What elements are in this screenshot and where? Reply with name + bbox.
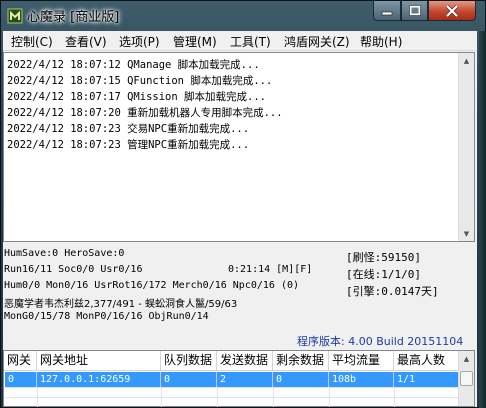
main-window: 心魔录 [商业版] 控制(C) 查看(V) 选项(P) 管理(M) 工具(T) xyxy=(0,0,486,408)
menu-manage[interactable]: 管理(M) xyxy=(173,33,217,50)
log-scrollbar[interactable]: ▲ ▼ xyxy=(458,53,474,241)
grid-line xyxy=(37,387,38,407)
grid-line xyxy=(5,387,459,388)
window-title: 心魔录 [商业版] xyxy=(27,10,120,25)
col-max-users[interactable]: 最高人数 xyxy=(394,351,460,371)
col-remaining[interactable]: 剩余数据 xyxy=(273,351,329,371)
program-version: 程序版本: 4.00 Build 20151104 xyxy=(297,335,464,348)
log-line: 2022/4/12 18:07:23 管理NPC重新加载完成... xyxy=(7,139,250,151)
status-mong: MonG0/15/78 MonP0/16/16 ObjRun0/14 xyxy=(4,311,209,322)
cell-address: 127.0.0.1:62659 xyxy=(37,372,161,387)
scroll-down-icon[interactable]: ▼ xyxy=(459,226,474,241)
log-line: 2022/4/12 18:07:15 QFunction 脚本加载完成... xyxy=(7,75,273,87)
status-time: 0:21:14 [M][F] xyxy=(228,264,313,275)
window-edge xyxy=(479,31,486,408)
menu-bar: 控制(C) 查看(V) 选项(P) 管理(M) 工具(T) 鸿盾网关(Z) 帮助… xyxy=(3,31,477,51)
table-header: 网关 网关地址 队列数据 发送数据 剩余数据 平均流量 最高人数 xyxy=(4,351,460,371)
menu-options[interactable]: 选项(P) xyxy=(119,33,160,50)
gateway-table[interactable]: 网关 网关地址 队列数据 发送数据 剩余数据 平均流量 最高人数 0 127.0… xyxy=(3,350,475,407)
menu-tools[interactable]: 工具(T) xyxy=(230,33,271,50)
log-line: 2022/4/12 18:07:23 交易NPC重新加载完成... xyxy=(7,123,250,135)
grid-line xyxy=(273,387,274,407)
status-save: HumSave:0 HeroSave:0 xyxy=(4,248,125,259)
close-icon xyxy=(445,4,459,17)
col-gateway[interactable]: 网关 xyxy=(4,351,37,371)
client-area: 控制(C) 查看(V) 选项(P) 管理(M) 工具(T) 鸿盾网关(Z) 帮助… xyxy=(3,31,477,407)
status-run: Run16/11 Soc0/0 Usr0/16 xyxy=(4,264,143,275)
log-line: 2022/4/12 18:07:12 QManage 脚本加载完成... xyxy=(7,59,260,71)
log-panel[interactable]: 2022/4/12 18:07:12 QManage 脚本加载完成... 202… xyxy=(3,52,475,242)
online-counter: [在线:1/1/0] xyxy=(346,268,421,281)
app-logo-icon[interactable] xyxy=(7,7,23,25)
col-sent[interactable]: 发送数据 xyxy=(217,351,273,371)
col-avg-traffic[interactable]: 平均流量 xyxy=(329,351,394,371)
status-monster: 恶魔学者韦杰利兹2,377/491 - 蜈蚣洞食人鬣/59/63 xyxy=(4,299,238,310)
scroll-thumb[interactable] xyxy=(460,371,473,386)
cell-max-users: 1/1 xyxy=(397,374,416,385)
grid-line xyxy=(329,387,330,407)
col-queue[interactable]: 队列数据 xyxy=(161,351,217,371)
table-scrollbar[interactable]: ▲ xyxy=(458,351,474,406)
minimize-button[interactable] xyxy=(373,1,401,21)
status-panel: HumSave:0 HeroSave:0 Run16/11 Soc0/0 Usr… xyxy=(3,242,477,352)
scroll-up-icon[interactable]: ▲ xyxy=(459,351,474,366)
log-line: 2022/4/12 18:07:17 QMission 脚本加载完成... xyxy=(7,91,266,103)
grid-line xyxy=(161,387,162,407)
menu-gateway[interactable]: 鸿盾网关(Z) xyxy=(284,33,350,50)
close-button[interactable] xyxy=(428,1,476,21)
menu-control[interactable]: 控制(C) xyxy=(11,33,53,50)
cell-avg-traffic: 108b xyxy=(329,372,394,387)
grid-line xyxy=(394,387,395,407)
grid-line xyxy=(217,387,218,407)
maximize-icon xyxy=(408,5,421,16)
title-bar[interactable]: 心魔录 [商业版] xyxy=(1,1,485,31)
cell-sent: 2 xyxy=(217,372,273,387)
cell-queue: 0 xyxy=(161,372,217,387)
log-line: 2022/4/12 18:07:20 重新加载机器人专用脚本完成... xyxy=(7,107,283,119)
grid-line xyxy=(5,397,459,398)
minimize-icon xyxy=(381,11,393,15)
cell-remaining: 0 xyxy=(273,372,329,387)
menu-view[interactable]: 查看(V) xyxy=(65,33,107,50)
scroll-up-icon[interactable]: ▲ xyxy=(459,53,474,68)
col-address[interactable]: 网关地址 xyxy=(37,351,161,371)
refresh-counter: [刷怪:59150] xyxy=(346,251,421,264)
menu-help[interactable]: 帮助(H) xyxy=(360,33,402,50)
status-hum: Hum0/0 Mon0/16 UsrRot16/172 Merch0/16 Np… xyxy=(4,280,300,291)
cell-gateway: 0 xyxy=(5,372,37,387)
maximize-button[interactable] xyxy=(401,1,428,21)
engine-uptime: [引擎:0.0147天] xyxy=(346,285,439,298)
